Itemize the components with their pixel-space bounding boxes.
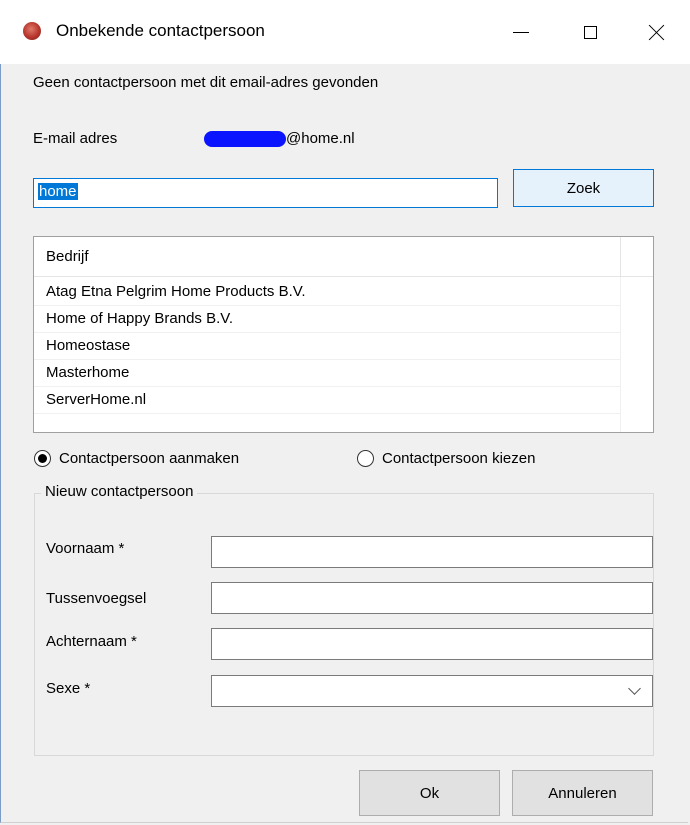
- sex-select[interactable]: [211, 675, 653, 707]
- sex-label: Sexe *: [46, 680, 91, 697]
- radio-choose-contact[interactable]: Contactpersoon kiezen: [357, 450, 535, 467]
- radio-choose-label: Contactpersoon kiezen: [382, 450, 536, 467]
- group-title: Nieuw contactpersoon: [41, 483, 198, 500]
- chevron-down-icon: [628, 682, 641, 695]
- radio-checked-icon: [34, 450, 51, 467]
- company-rows: Atag Etna Pelgrim Home Products B.V. Hom…: [34, 279, 620, 414]
- not-found-message: Geen contactpersoon met dit email-adres …: [33, 74, 379, 91]
- redaction-mark: [204, 130, 286, 147]
- close-icon: [649, 24, 665, 40]
- middle-name-label: Tussenvoegsel: [46, 590, 147, 607]
- ok-button[interactable]: Ok: [359, 770, 500, 816]
- list-item[interactable]: Homeostase: [34, 333, 620, 360]
- list-item[interactable]: Atag Etna Pelgrim Home Products B.V.: [34, 279, 620, 306]
- last-name-field[interactable]: [211, 628, 653, 660]
- close-button[interactable]: [634, 12, 680, 52]
- email-value: @home.nl: [204, 130, 355, 147]
- column-header-filler: [620, 237, 653, 277]
- radio-unchecked-icon: [357, 450, 374, 467]
- title-bar: Onbekende contactpersoon: [0, 0, 690, 64]
- middle-name-field[interactable]: [211, 582, 653, 614]
- window-title: Onbekende contactpersoon: [56, 21, 265, 40]
- maximize-button[interactable]: [567, 12, 613, 52]
- search-input-value: home: [38, 183, 78, 200]
- radio-create-contact[interactable]: Contactpersoon aanmaken: [34, 450, 239, 467]
- maximize-icon: [583, 25, 597, 39]
- column-header-bedrijf[interactable]: Bedrijf: [34, 237, 620, 277]
- last-name-label: Achternaam *: [46, 633, 137, 650]
- search-input[interactable]: home: [33, 178, 498, 208]
- email-label: E-mail adres: [33, 130, 118, 147]
- list-item[interactable]: Home of Happy Brands B.V.: [34, 306, 620, 333]
- first-name-field[interactable]: [211, 536, 653, 568]
- list-item[interactable]: Masterhome: [34, 360, 620, 387]
- list-item[interactable]: ServerHome.nl: [34, 387, 620, 414]
- list-filler-column: [620, 277, 653, 432]
- search-button[interactable]: Zoek: [513, 169, 654, 207]
- email-domain: @home.nl: [286, 130, 355, 147]
- app-icon: [23, 22, 41, 40]
- cancel-button[interactable]: Annuleren: [512, 770, 653, 816]
- radio-create-label: Contactpersoon aanmaken: [59, 450, 240, 467]
- new-contact-group: [34, 493, 654, 756]
- company-list[interactable]: Bedrijf Atag Etna Pelgrim Home Products …: [33, 236, 654, 433]
- minimize-icon: [513, 31, 529, 33]
- first-name-label: Voornaam *: [46, 540, 125, 557]
- minimize-button[interactable]: [498, 12, 544, 52]
